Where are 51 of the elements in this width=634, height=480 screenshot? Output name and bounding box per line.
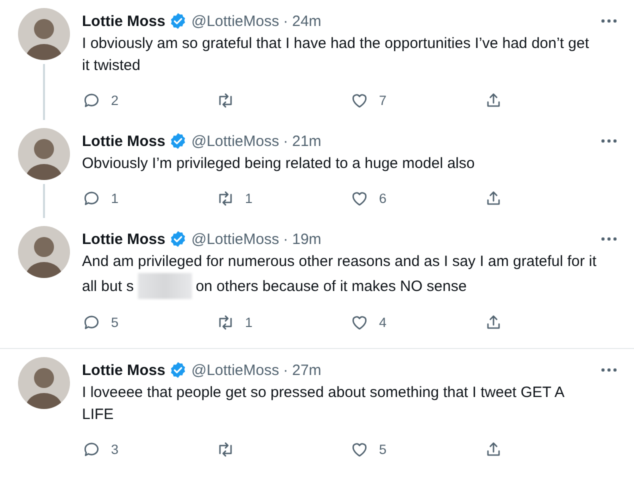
like-count: 5 [379,442,387,457]
reply-icon[interactable] [82,440,101,459]
reply-icon[interactable] [82,189,101,208]
user-handle[interactable]: @LottieMoss [191,12,280,30]
user-name[interactable]: Lottie Moss [82,12,166,30]
tweet-text: I loveeee that people get so pressed about something that I tweet GET A LIFE [82,383,566,425]
user-name[interactable]: Lottie Moss [82,230,166,248]
avatar[interactable] [18,8,70,60]
like-icon[interactable] [350,189,369,208]
retweet-icon[interactable] [216,91,235,110]
tweet-text: Obviously I’m privileged being related to a huge model also [82,154,476,174]
tweet-time[interactable]: 27m [292,362,322,378]
share-icon[interactable] [484,91,503,110]
tweet-time[interactable]: 24m [292,12,322,30]
retweet-icon[interactable] [216,313,235,332]
reply-icon[interactable] [82,313,101,332]
share-icon[interactable] [484,313,503,332]
retweet-icon[interactable] [216,189,235,208]
like-count: 7 [379,93,387,108]
reply-icon[interactable] [82,91,101,110]
like-icon[interactable] [350,313,369,332]
tweet-time: · [283,132,288,150]
avatar[interactable] [18,226,70,278]
user-name[interactable]: Lottie Moss [82,362,166,378]
reply-count: 5 [111,315,119,330]
tweet-time: · [283,362,288,378]
share-icon[interactable] [484,189,503,208]
like-icon[interactable] [350,440,369,459]
retweet-count: 1 [245,191,253,206]
like-count: 6 [379,191,387,206]
avatar[interactable] [18,357,70,409]
share-icon[interactable] [484,440,503,459]
avatar[interactable] [18,128,70,180]
reply-count: 3 [111,442,119,457]
tweet-text: And am privileged for numerous other reasons and as I say I am grateful for it all but s on others because of it makes NO sense [82,251,618,299]
like-count: 4 [379,315,387,330]
tweet-time: · [283,12,288,30]
tweet-time[interactable]: 19m [292,230,322,248]
like-icon[interactable] [350,91,369,110]
user-handle[interactable]: @LottieMoss [191,362,280,378]
user-handle[interactable]: @LottieMoss [191,132,280,150]
tweet-text: I obviously am so grateful that I have had the opportunities I’ve had don’t get it twisted [82,34,590,76]
user-handle[interactable]: @LottieMoss [191,230,280,248]
user-name[interactable]: Lottie Moss [82,132,166,150]
retweet-icon[interactable] [216,440,235,459]
blurred-word [138,273,192,299]
reply-count: 1 [111,191,119,206]
tweet-time: · [283,230,288,248]
reply-count: 2 [111,93,119,108]
tweet-time[interactable]: 21m [292,132,322,150]
retweet-count: 1 [245,315,253,330]
